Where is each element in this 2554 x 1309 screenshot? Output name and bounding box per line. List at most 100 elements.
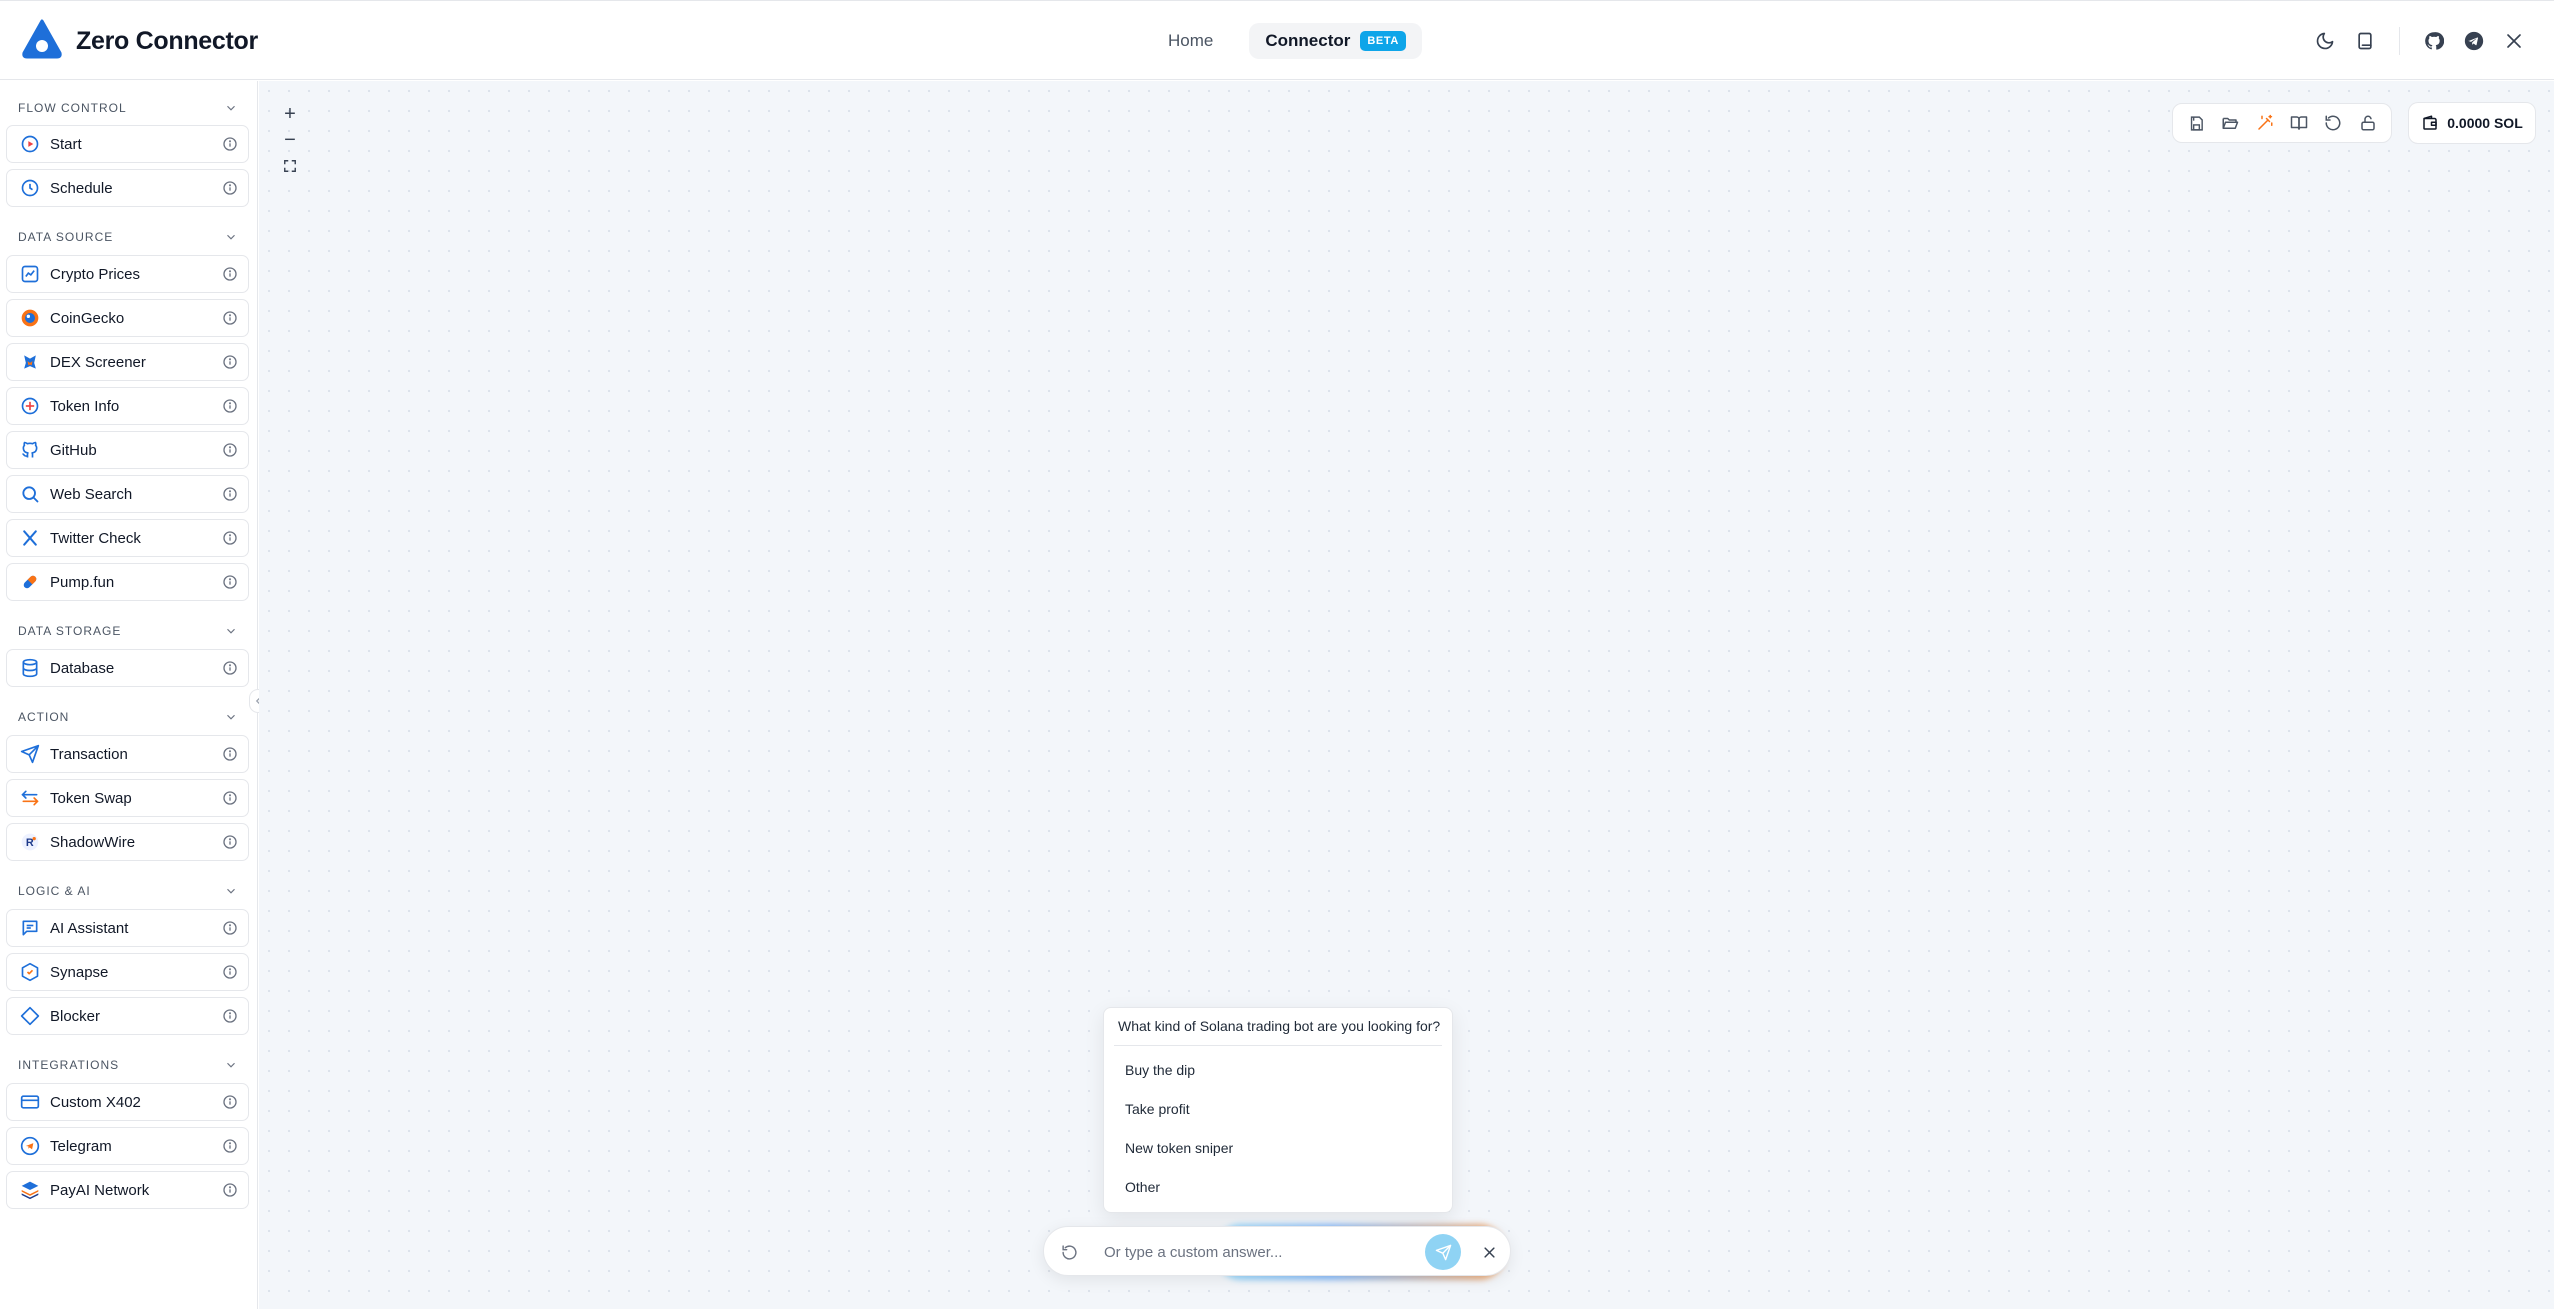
sidebar-item-label: PayAI Network [50,1181,150,1199]
answer-option[interactable]: Buy the dip [1110,1052,1446,1088]
section-title: ACTION [18,710,70,724]
nav-connector-label: Connector [1265,31,1351,50]
info-icon[interactable] [222,1138,238,1154]
search-icon [20,484,40,504]
sidebar-item-web-search[interactable]: Web Search [6,475,249,513]
info-icon[interactable] [222,660,238,676]
info-icon[interactable] [222,790,238,806]
fullscreen-icon [284,160,296,172]
header-divider [2399,27,2400,55]
open-button[interactable] [2216,109,2244,137]
chevron-down-icon [227,628,235,634]
section-logic-ai[interactable]: LOGIC & AI [18,881,238,901]
sidebar-item-twitter-check[interactable]: Twitter Check [6,519,249,557]
sidebar-item-payai-network[interactable]: PayAI Network [6,1171,249,1209]
custom-answer-input[interactable] [1104,1237,1414,1267]
info-icon[interactable] [222,964,238,980]
moon-icon [2316,32,2334,50]
section-data-storage[interactable]: DATA STORAGE [18,621,238,641]
sidebar-item-blocker[interactable]: Blocker [6,997,249,1035]
sidebar-item-token-swap[interactable]: Token Swap [6,779,249,817]
sidebar-item-crypto-prices[interactable]: Crypto Prices [6,255,249,293]
zoom-in-button[interactable]: + [277,101,303,127]
info-icon[interactable] [222,574,238,590]
wallet-balance-button[interactable]: 0.0000 SOL [2408,102,2536,144]
section-integrations[interactable]: INTEGRATIONS [18,1055,238,1075]
sidebar-item-database[interactable]: Database [6,649,249,687]
ai-generate-button[interactable] [2251,109,2279,137]
sidebar-item-label: Web Search [50,485,133,503]
sidebar-item-telegram[interactable]: Telegram [6,1127,249,1165]
info-icon[interactable] [222,442,238,458]
clock-icon [20,178,40,198]
reset-button[interactable] [2319,109,2347,137]
sidebar-item-label: Blocker [50,1007,101,1025]
magic-wand-icon [2258,114,2273,130]
info-icon[interactable] [222,1008,238,1024]
sidebar-item-label: Start [50,135,82,153]
section-flow-control[interactable]: FLOW CONTROL [18,98,238,118]
info-icon[interactable] [222,530,238,546]
docs-button[interactable] [2345,21,2385,61]
answer-option[interactable]: New token sniper [1110,1130,1446,1166]
restart-button[interactable] [1058,1241,1080,1263]
question-prompt: What kind of Solana trading bot are you … [1118,1018,1441,1034]
fit-view-button[interactable] [277,153,303,179]
sidebar-item-shadowwire[interactable]: R ShadowWire [6,823,249,861]
section-action[interactable]: ACTION [18,707,238,727]
sidebar-item-dex-screener[interactable]: DEX Screener [6,343,249,381]
close-button[interactable] [1477,1240,1501,1264]
info-icon[interactable] [222,834,238,850]
info-icon[interactable] [222,920,238,936]
info-icon[interactable] [222,310,238,326]
info-icon[interactable] [222,1094,238,1110]
unlock-icon [2361,115,2375,131]
chevron-down-icon [227,234,235,240]
info-icon[interactable] [222,136,238,152]
sidebar-item-coingecko[interactable]: CoinGecko [6,299,249,337]
templates-button[interactable] [2285,109,2313,137]
section-data-source[interactable]: DATA SOURCE [18,227,238,247]
answer-option[interactable]: Take profit [1110,1091,1446,1127]
sidebar-item-label: Twitter Check [50,529,141,547]
brand[interactable]: Zero Connector [20,19,258,63]
book-icon [2358,32,2372,50]
info-icon[interactable] [222,354,238,370]
github-link[interactable] [2414,21,2454,61]
send-button[interactable] [1425,1234,1461,1270]
sidebar-item-token-info[interactable]: Token Info [6,387,249,425]
telegram-link[interactable] [2454,21,2494,61]
info-icon[interactable] [222,180,238,196]
info-icon[interactable] [222,486,238,502]
sidebar-item-custom-x402[interactable]: Custom X402 [6,1083,249,1121]
sidebar-item-ai-assistant[interactable]: AI Assistant [6,909,249,947]
nav-connector[interactable]: Connector BETA [1249,23,1422,59]
answer-option[interactable]: Other [1110,1169,1446,1205]
sidebar-item-synapse[interactable]: Synapse [6,953,249,991]
sidebar-item-transaction[interactable]: Transaction [6,735,249,773]
book-open-icon [2290,116,2308,130]
sidebar-item-github[interactable]: GitHub [6,431,249,469]
theme-toggle-button[interactable] [2305,21,2345,61]
github-icon [20,440,40,460]
card-icon [20,1092,40,1112]
info-icon[interactable] [222,746,238,762]
x-link[interactable] [2494,21,2534,61]
sidebar-item-label: Synapse [50,963,109,981]
beta-badge: BETA [1360,31,1406,51]
sidebar-item-schedule[interactable]: Schedule [6,169,249,207]
sidebar-item-label: Database [50,659,115,677]
layers-icon [20,1180,40,1200]
info-icon[interactable] [222,266,238,282]
lock-toggle-button[interactable] [2354,109,2382,137]
save-button[interactable] [2182,109,2210,137]
sidebar-item-start[interactable]: Start [6,125,249,163]
info-icon[interactable] [222,1182,238,1198]
sidebar-item-pump-fun[interactable]: Pump.fun [6,563,249,601]
nav-home[interactable]: Home [1150,23,1231,59]
zoom-out-button[interactable]: − [277,127,303,153]
info-icon[interactable] [222,398,238,414]
zero-connector-logo-icon [22,19,62,59]
wallet-balance: 0.0000 SOL [2447,115,2523,131]
node-palette-sidebar: FLOW CONTROL Start Schedule DATA SOURCE … [0,81,258,1309]
